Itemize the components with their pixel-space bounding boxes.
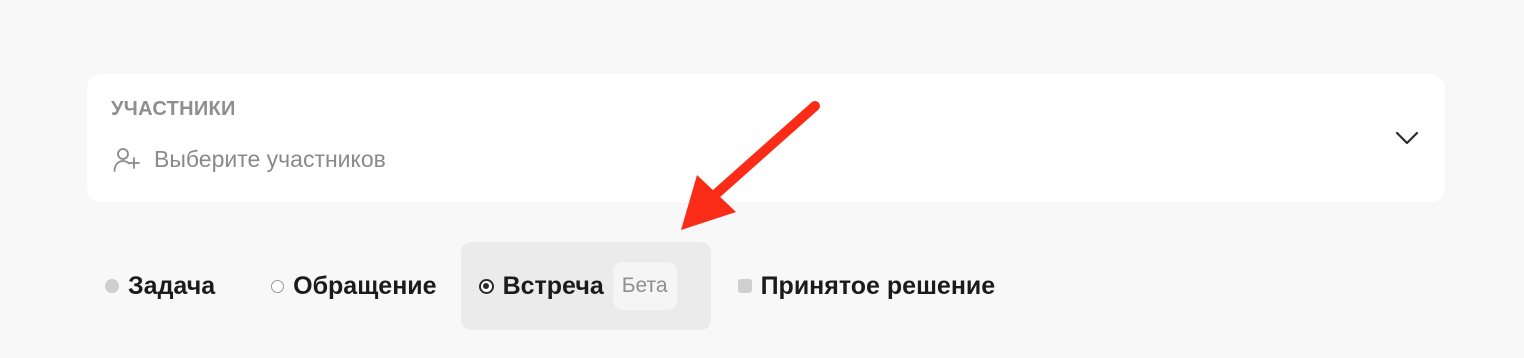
participants-input[interactable]: Выберите участников [111,144,386,174]
user-plus-icon [111,144,141,174]
type-option-label: Обращение [293,271,437,300]
type-option-label: Задача [128,271,216,300]
type-option-task[interactable]: Задача [93,242,259,330]
square-icon [737,279,752,293]
participants-placeholder: Выберите участников [154,145,386,172]
participants-field[interactable]: УЧАСТНИКИ Выберите участников [87,74,1445,202]
type-option-label: Принятое решение [760,271,996,300]
type-option-label: Встреча [502,271,604,300]
beta-badge: Бета [612,262,677,310]
type-option-meeting[interactable]: Встреча Бета [460,242,711,330]
type-option-decision[interactable]: Принятое решение [711,242,996,330]
dot-icon [105,279,119,293]
ring-icon [271,279,285,293]
radio-selected-icon [478,278,494,294]
participants-label: УЧАСТНИКИ [111,98,236,120]
entry-type-selector: Задача Обращение Встреча Бета Принятое р… [93,242,995,330]
chevron-down-icon[interactable] [1395,129,1419,147]
type-option-appeal[interactable]: Обращение [259,242,460,330]
